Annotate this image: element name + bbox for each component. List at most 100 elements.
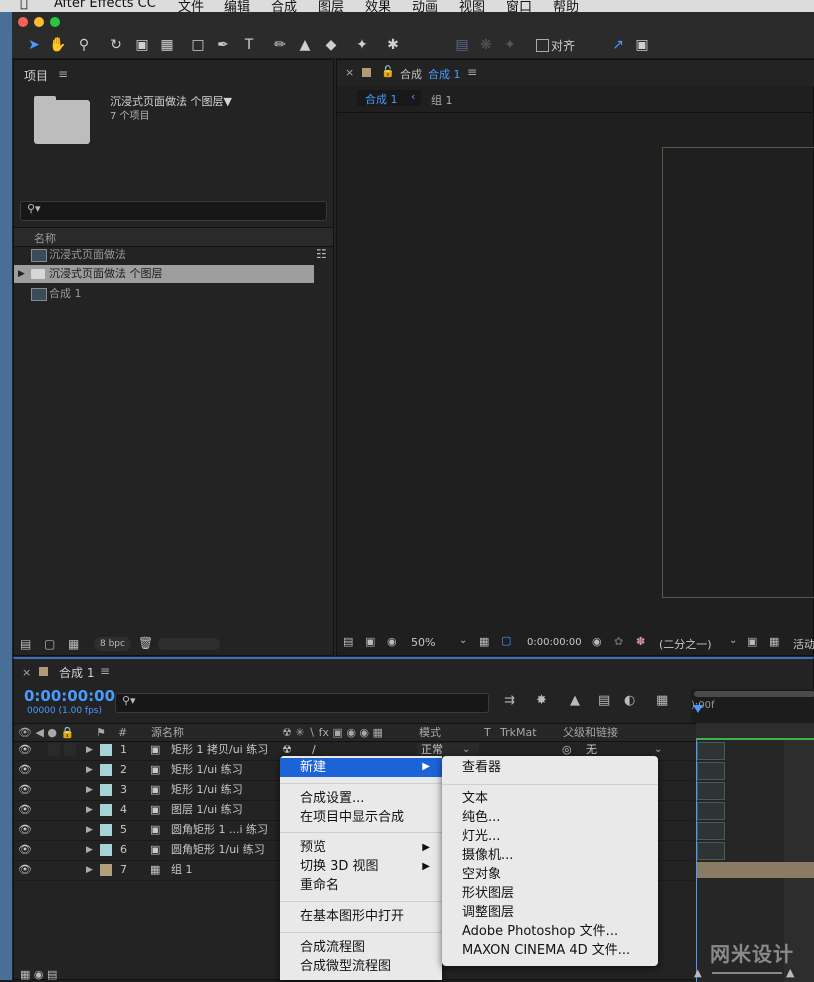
interpret-footage-icon[interactable]: ▤ bbox=[20, 637, 31, 651]
lock-icon[interactable]: 🔓 bbox=[381, 65, 395, 78]
bpc-button[interactable]: 8 bpc bbox=[94, 637, 131, 651]
selection-tool-icon[interactable]: ➤ bbox=[24, 35, 44, 55]
puppet-pin-tool-icon[interactable]: ✱ bbox=[383, 35, 403, 55]
graph-editor-icon[interactable]: ▦ bbox=[656, 693, 668, 708]
submenu-item-photoshop-file[interactable]: Adobe Photoshop 文件... bbox=[462, 922, 618, 941]
axis-world-icon[interactable]: ❋ bbox=[476, 35, 496, 55]
new-folder-icon[interactable]: ▢ bbox=[44, 637, 55, 651]
snap-edges-icon[interactable]: ↗ bbox=[608, 35, 628, 55]
visibility-eye-icon[interactable]: 👁 bbox=[18, 760, 32, 780]
layer-name[interactable]: 圆角矩形 1/ui 练习 bbox=[171, 840, 265, 860]
roto-brush-tool-icon[interactable]: ✦ bbox=[352, 35, 372, 55]
transparency-grid-icon[interactable]: ▦ bbox=[769, 635, 779, 648]
layer-expand-arrow-icon[interactable]: ▶ bbox=[86, 800, 93, 820]
menu-app[interactable]: After Effects CC bbox=[54, 0, 156, 11]
breadcrumb-next[interactable]: 组 1 bbox=[431, 92, 453, 108]
layer-name[interactable]: 组 1 bbox=[171, 860, 193, 880]
axis-view-icon[interactable]: ✦ bbox=[500, 35, 520, 55]
menu-item-preview[interactable]: 预览 bbox=[300, 838, 326, 857]
layer-expand-arrow-icon[interactable]: ▶ bbox=[86, 840, 93, 860]
eraser-tool-icon[interactable]: ◆ bbox=[321, 35, 341, 55]
resolution-dropdown-icon[interactable]: ⌄ bbox=[729, 635, 737, 646]
menu-view[interactable]: 视图 bbox=[459, 0, 485, 12]
menu-item-switch-3d-view[interactable]: 切换 3D 视图 bbox=[300, 857, 379, 876]
visibility-eye-icon[interactable]: 👁 bbox=[18, 740, 32, 760]
menu-item-comp-settings[interactable]: 合成设置... bbox=[300, 789, 364, 808]
motion-blur-icon[interactable]: ◐ bbox=[624, 693, 635, 708]
zoom-tool-icon[interactable]: ⚲ bbox=[74, 35, 94, 55]
layer-bar[interactable] bbox=[697, 822, 725, 840]
menu-effect[interactable]: 效果 bbox=[365, 0, 391, 12]
visibility-eye-icon[interactable]: 👁 bbox=[18, 820, 32, 840]
solo-toggle[interactable] bbox=[48, 743, 60, 756]
menu-item-new[interactable]: 新建 bbox=[300, 758, 326, 777]
project-item[interactable]: 沉浸式页面做法 bbox=[14, 246, 314, 264]
axis-local-icon[interactable]: ▤ bbox=[452, 35, 472, 55]
layer-name[interactable]: 图层 1/ui 练习 bbox=[171, 800, 243, 820]
zoom-level[interactable]: 50% bbox=[411, 636, 435, 649]
snapshot-camera-icon[interactable]: ◉ bbox=[592, 635, 602, 648]
grid-guides-icon[interactable]: ▦ bbox=[479, 635, 489, 648]
minimize-window-button[interactable] bbox=[34, 17, 44, 27]
menu-item-rename[interactable]: 重命名 bbox=[300, 876, 339, 895]
color-channels-icon[interactable]: ✽ bbox=[636, 635, 645, 648]
submenu-item-null-object[interactable]: 空对象 bbox=[462, 865, 501, 884]
col-parent[interactable]: 父级和链接 bbox=[563, 724, 618, 741]
composition-canvas-frame[interactable] bbox=[662, 147, 814, 598]
submenu-item-adjustment-layer[interactable]: 调整图层 bbox=[462, 903, 514, 922]
viewer-menu-icon[interactable]: ≡ bbox=[467, 65, 477, 79]
shy-layers-icon[interactable]: ▲ bbox=[570, 693, 580, 708]
trash-icon[interactable]: 🗑 bbox=[138, 636, 153, 650]
menu-item-comp-flowchart[interactable]: 合成流程图 bbox=[300, 938, 365, 957]
submenu-item-solid[interactable]: 纯色... bbox=[462, 808, 500, 827]
clone-stamp-tool-icon[interactable]: ▲ bbox=[295, 35, 315, 55]
active-camera-select[interactable]: 活动 bbox=[793, 636, 814, 652]
timeline-menu-icon[interactable]: ≡ bbox=[100, 664, 110, 678]
close-window-button[interactable] bbox=[18, 17, 28, 27]
brush-tool-icon[interactable]: ✏ bbox=[270, 35, 290, 55]
col-trkmat[interactable]: TrkMat bbox=[500, 724, 537, 741]
zoom-out-timeline-icon[interactable]: ▲ bbox=[694, 968, 702, 979]
apple-icon[interactable]:  bbox=[20, 0, 28, 11]
work-area-bar[interactable] bbox=[694, 691, 814, 697]
panel-menu-icon[interactable]: ≡ bbox=[58, 67, 68, 81]
submenu-item-shape-layer[interactable]: 形状图层 bbox=[462, 884, 514, 903]
menu-help[interactable]: 帮助 bbox=[553, 0, 579, 12]
layer-label-color[interactable] bbox=[100, 744, 112, 756]
frame-blending-icon[interactable]: ▤ bbox=[598, 693, 610, 708]
flowchart-icon[interactable]: ☷ bbox=[316, 247, 327, 261]
menu-file[interactable]: 文件 bbox=[178, 0, 204, 12]
layer-expand-arrow-icon[interactable]: ▶ bbox=[86, 820, 93, 840]
switches-icons[interactable]: ☢ ✳ ∖ fx ▣ ◉ ◉ ▦ bbox=[282, 724, 383, 741]
menu-animation[interactable]: 动画 bbox=[412, 0, 438, 12]
mask-visibility-icon[interactable]: ▢ bbox=[501, 634, 511, 647]
pan-behind-tool-icon[interactable]: ▦ bbox=[157, 35, 177, 55]
show-snapshot-icon[interactable]: ✿ bbox=[614, 635, 623, 648]
visibility-eye-icon[interactable]: 👁 bbox=[18, 840, 32, 860]
visibility-eye-icon[interactable]: 👁 bbox=[18, 800, 32, 820]
av-features-icons[interactable]: 👁 ◀ ● 🔒 bbox=[18, 724, 74, 741]
menu-window[interactable]: 窗口 bbox=[506, 0, 532, 12]
layer-label-color[interactable] bbox=[100, 784, 112, 796]
project-item[interactable]: ▶ 沉浸式页面做法 个图层 bbox=[14, 265, 314, 283]
always-preview-icon[interactable]: ▤ bbox=[343, 635, 353, 648]
layer-bar[interactable] bbox=[697, 742, 725, 760]
col-number[interactable]: # bbox=[118, 724, 127, 741]
pen-tool-icon[interactable]: ✒ bbox=[213, 35, 233, 55]
layer-bar[interactable] bbox=[697, 782, 725, 800]
submenu-item-text[interactable]: 文本 bbox=[462, 789, 488, 808]
breadcrumb-active[interactable]: 合成 1 ‹ bbox=[357, 90, 421, 106]
expand-arrow-icon[interactable]: ▶ bbox=[18, 265, 25, 283]
col-source-name[interactable]: 源名称 bbox=[151, 724, 184, 741]
time-ruler[interactable]: ):00f bbox=[691, 689, 814, 724]
layer-label-color[interactable] bbox=[100, 844, 112, 856]
close-timeline-tab-icon[interactable]: × bbox=[22, 666, 31, 679]
column-name-header[interactable]: 名称 bbox=[34, 230, 56, 246]
project-item[interactable]: 合成 1 bbox=[14, 285, 314, 303]
hand-tool-icon[interactable]: ✋ bbox=[48, 35, 68, 55]
close-tab-icon[interactable]: × bbox=[345, 66, 354, 79]
menu-layer[interactable]: 图层 bbox=[318, 0, 344, 12]
layer-bar[interactable] bbox=[697, 802, 725, 820]
layer-label-color[interactable] bbox=[100, 864, 112, 876]
draft-3d-icon[interactable]: ✸ bbox=[536, 693, 547, 708]
